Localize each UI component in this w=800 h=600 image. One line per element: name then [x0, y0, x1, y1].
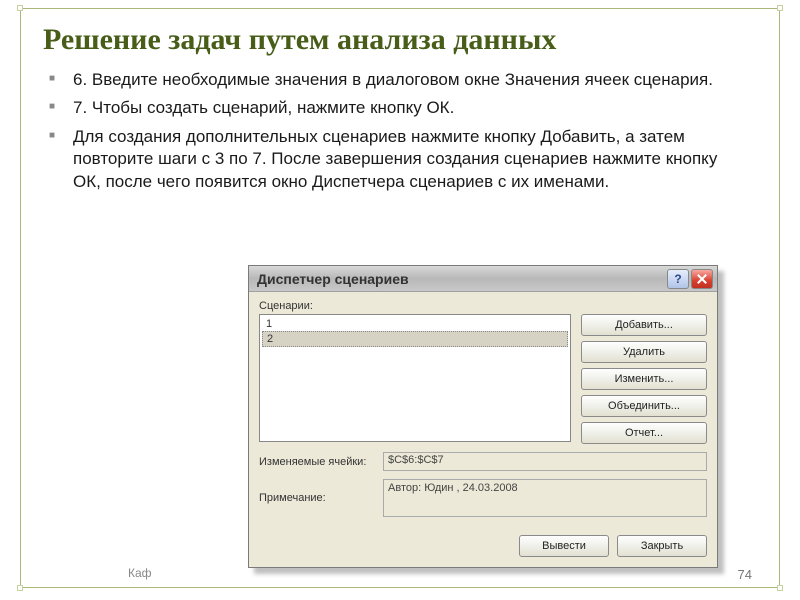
scenarios-listbox[interactable]: 1 2 [259, 314, 571, 442]
add-label: Добавить... [615, 319, 673, 331]
close-button[interactable] [691, 269, 713, 289]
dialog-titlebar[interactable]: Диспетчер сценариев ? [249, 266, 717, 292]
frame-corner [17, 5, 23, 11]
note-label: Примечание: [259, 492, 377, 504]
dialog-title: Диспетчер сценариев [257, 271, 665, 287]
merge-button[interactable]: Объединить... [581, 395, 707, 417]
merge-label: Объединить... [608, 400, 680, 412]
edit-label: Изменить... [615, 373, 674, 385]
slide-title: Решение задач путем анализа данных [21, 9, 779, 67]
report-label: Отчет... [625, 427, 663, 439]
delete-label: Удалить [623, 346, 665, 358]
help-button[interactable]: ? [667, 269, 689, 289]
cells-label: Изменяемые ячейки: [259, 456, 377, 468]
button-column: Добавить... Удалить Изменить... Объедини… [581, 314, 707, 444]
bullet-item: Для создания дополнительных сценариев на… [71, 126, 743, 193]
dialog-window: Диспетчер сценариев ? Сценарии: 1 2 [248, 265, 718, 568]
footer-fragment: Каф [128, 566, 152, 580]
add-button[interactable]: Добавить... [581, 314, 707, 336]
bullet-item: 7. Чтобы создать сценарий, нажмите кнопк… [71, 97, 743, 119]
list-item[interactable]: 1 [262, 317, 568, 331]
edit-button[interactable]: Изменить... [581, 368, 707, 390]
dialog-footer: Вывести Закрыть [249, 527, 717, 567]
page-number: 74 [738, 567, 752, 582]
frame-corner [777, 5, 783, 11]
scenario-manager-dialog: Диспетчер сценариев ? Сценарии: 1 2 [248, 265, 718, 568]
dialog-content: Сценарии: 1 2 Добавить... Удалить Измени… [249, 292, 717, 527]
close-label: Закрыть [641, 540, 683, 552]
scenarios-label: Сценарии: [259, 300, 707, 312]
list-item[interactable]: 2 [262, 331, 568, 347]
bullet-list: 6. Введите необходимые значения в диалог… [71, 69, 743, 193]
slide-body: 6. Введите необходимые значения в диалог… [21, 67, 779, 193]
frame-corner [17, 585, 23, 591]
show-label: Вывести [542, 540, 586, 552]
close-dialog-button[interactable]: Закрыть [617, 535, 707, 557]
cells-field: $C$6:$C$7 [383, 452, 707, 471]
note-field: Автор: Юдин , 24.03.2008 [383, 479, 707, 517]
slide: Решение задач путем анализа данных 6. Вв… [0, 0, 800, 600]
show-button[interactable]: Вывести [519, 535, 609, 557]
report-button[interactable]: Отчет... [581, 422, 707, 444]
frame-corner [777, 585, 783, 591]
delete-button[interactable]: Удалить [581, 341, 707, 363]
bullet-item: 6. Введите необходимые значения в диалог… [71, 69, 743, 91]
help-icon: ? [674, 272, 681, 286]
